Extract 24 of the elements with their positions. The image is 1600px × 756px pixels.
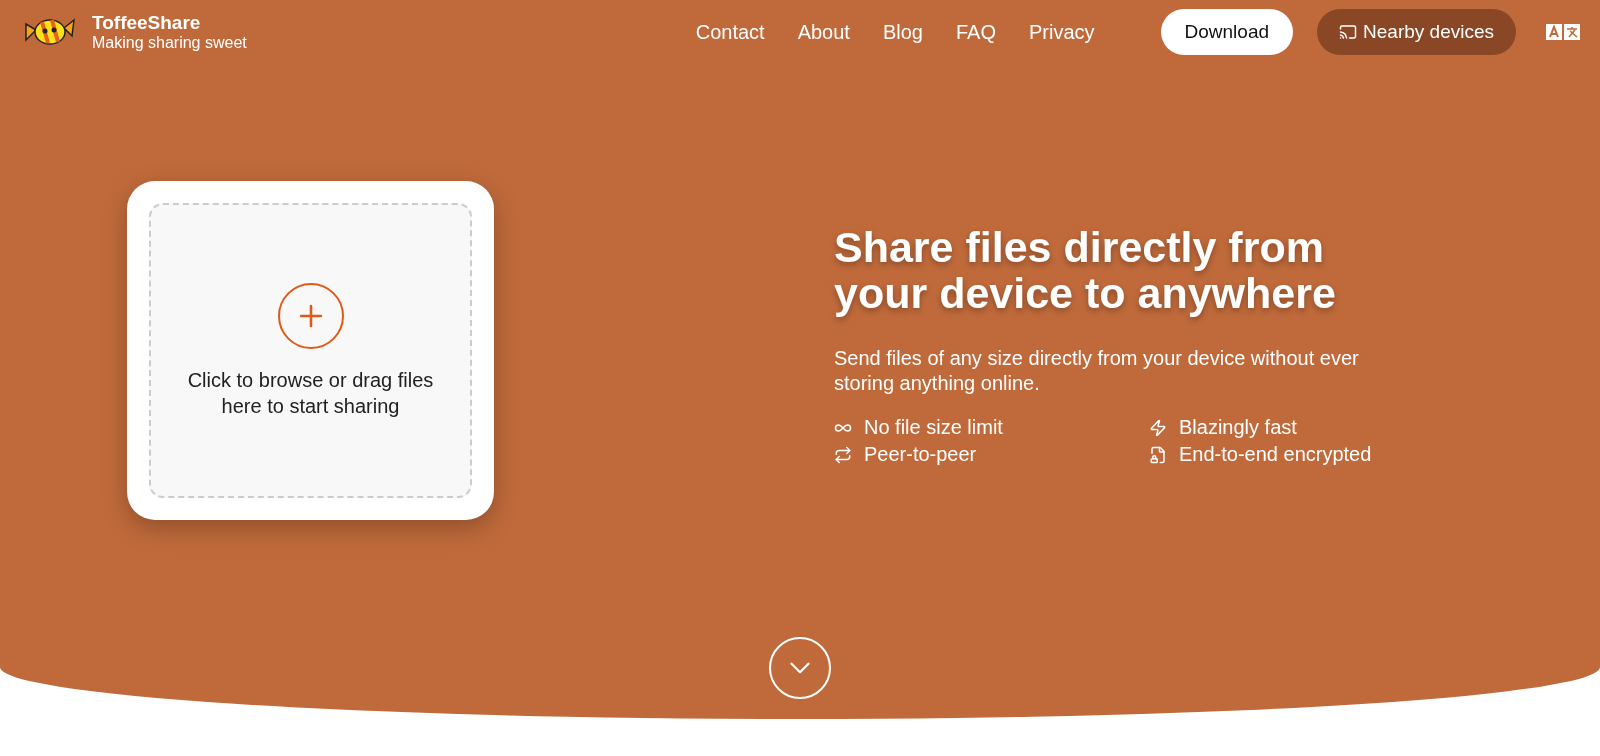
feature-label: End-to-end encrypted <box>1179 443 1372 466</box>
lockfile-icon <box>1149 445 1167 464</box>
download-button[interactable]: Download <box>1160 9 1294 55</box>
feature-label: No file size limit <box>864 416 1003 439</box>
nav-link[interactable]: About <box>797 20 850 44</box>
nav-link[interactable]: FAQ <box>955 20 996 44</box>
feature-label: Blazingly fast <box>1179 416 1297 439</box>
nearby-devices-button[interactable]: Nearby devices <box>1317 9 1516 55</box>
translate-icon[interactable] <box>1546 23 1580 41</box>
brand-tagline: Making sharing sweet <box>92 34 247 52</box>
drop-zone-text: Click to browse or drag files here to start sharing <box>186 367 435 419</box>
file-drop-zone[interactable]: Click to browse or drag files here to start sharing <box>149 203 472 498</box>
swap-icon <box>834 445 852 464</box>
brand-name: ToffeeShare <box>92 12 202 34</box>
scroll-down-button[interactable] <box>769 637 831 699</box>
feature-label: Peer-to-peer <box>864 443 977 466</box>
nav-link[interactable]: Privacy <box>1028 20 1095 44</box>
cast-icon <box>1339 23 1358 41</box>
nav-link[interactable]: Blog <box>882 20 923 44</box>
bolt-icon <box>1149 418 1167 437</box>
headline: Share files directly from your device to anywhere <box>834 224 1337 316</box>
subtitle: Send files of any size directly from your device without ever storing anything online. <box>834 346 1360 396</box>
plus-icon <box>277 282 344 349</box>
nav-link[interactable]: Contact <box>695 20 765 44</box>
